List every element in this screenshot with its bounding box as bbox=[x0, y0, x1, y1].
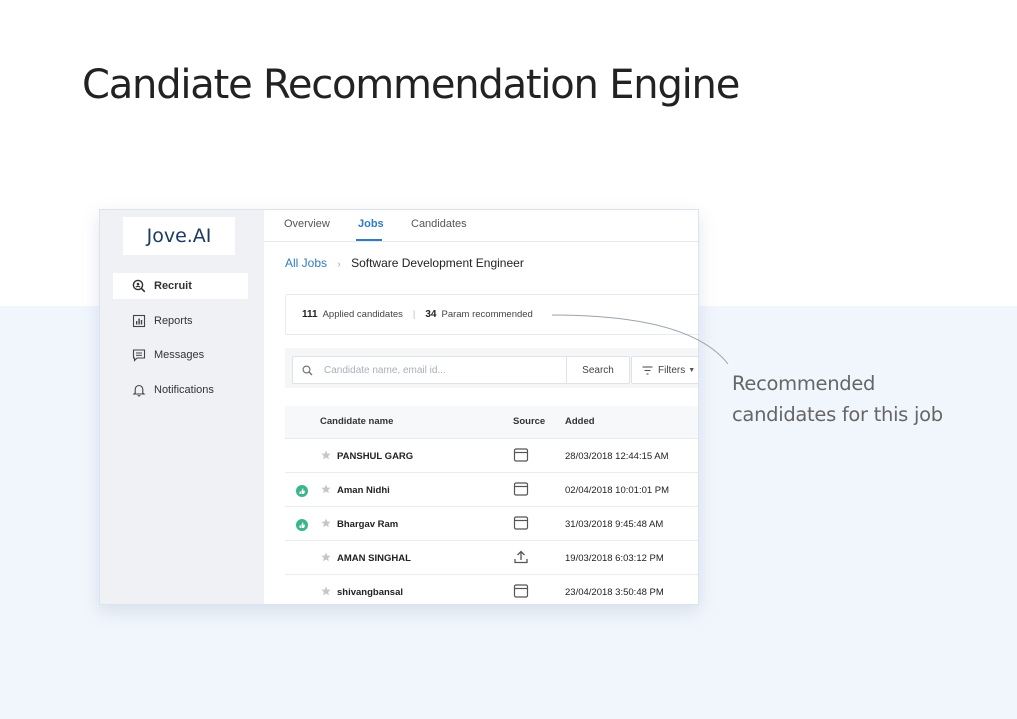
sidebar-item-messages[interactable]: Messages bbox=[113, 342, 248, 368]
upload-icon bbox=[513, 549, 529, 565]
tab-bar: Overview Jobs Candidates bbox=[264, 210, 698, 242]
recommended-count: 34 bbox=[425, 309, 437, 320]
sidebar-item-reports[interactable]: Reports bbox=[113, 308, 248, 334]
active-tab-indicator bbox=[356, 239, 382, 241]
candidates-table: Candidate name Source Added PANSHUL GARG… bbox=[285, 406, 698, 604]
sidebar-item-label: Reports bbox=[154, 315, 193, 327]
candidate-name[interactable]: shivangbansal bbox=[337, 587, 403, 598]
browser-window-icon bbox=[513, 481, 529, 497]
page-title: Candiate Recommendation Engine bbox=[82, 62, 740, 108]
sidebar-item-label: Messages bbox=[154, 349, 205, 361]
star-icon[interactable] bbox=[321, 586, 331, 596]
caret-down-icon: ▼ bbox=[688, 366, 696, 374]
sidebar-item-notifications[interactable]: Notifications bbox=[113, 377, 248, 403]
added-date: 23/04/2018 3:50:48 PM bbox=[565, 587, 664, 598]
browser-window-icon bbox=[513, 447, 529, 463]
chevron-right-icon: › bbox=[337, 259, 341, 270]
recommended-badge-icon bbox=[296, 519, 308, 531]
stats-divider: | bbox=[412, 309, 416, 320]
sidebar: Jove.AI Recruit Reports Messages Notific… bbox=[100, 210, 264, 604]
annotation-text: Recommended candidates for this job bbox=[732, 368, 943, 430]
table-row[interactable]: PANSHUL GARG 28/03/2018 12:44:15 AM bbox=[285, 439, 698, 473]
recommended-stat[interactable]: 34 Param recommended bbox=[425, 309, 532, 320]
bell-icon bbox=[132, 383, 146, 397]
breadcrumb: All Jobs › Software Development Engineer bbox=[285, 256, 524, 270]
filters-label: Filters bbox=[658, 364, 686, 376]
filter-icon bbox=[642, 365, 653, 375]
annotation-line-2: candidates for this job bbox=[732, 403, 943, 426]
message-icon bbox=[132, 348, 146, 362]
tab-jobs[interactable]: Jobs bbox=[358, 218, 384, 230]
sidebar-item-recruit[interactable]: Recruit bbox=[113, 273, 248, 299]
added-date: 28/03/2018 12:44:15 AM bbox=[565, 451, 669, 462]
column-header-source[interactable]: Source bbox=[513, 416, 545, 427]
table-body: PANSHUL GARG 28/03/2018 12:44:15 AM Aman N… bbox=[285, 439, 698, 604]
breadcrumb-current: Software Development Engineer bbox=[351, 256, 524, 270]
logo: Jove.AI bbox=[123, 217, 235, 255]
added-date: 19/03/2018 6:03:12 PM bbox=[565, 553, 664, 564]
breadcrumb-all-jobs-link[interactable]: All Jobs bbox=[285, 256, 327, 270]
search-button[interactable]: Search bbox=[566, 357, 629, 383]
applied-count: 111 bbox=[302, 309, 318, 320]
recommended-badge-icon bbox=[296, 485, 308, 497]
stats-bar: 111 Applied candidates | 34 Param recommen… bbox=[285, 294, 698, 335]
column-header-name[interactable]: Candidate name bbox=[320, 416, 393, 427]
table-row[interactable]: Bhargav Ram 31/03/2018 9:45:48 AM bbox=[285, 507, 698, 541]
candidate-name[interactable]: AMAN SINGHAL bbox=[337, 553, 411, 564]
annotation-line-1: Recommended bbox=[732, 372, 876, 395]
candidate-name[interactable]: Aman Nidhi bbox=[337, 485, 390, 496]
star-icon[interactable] bbox=[321, 552, 331, 562]
added-date: 31/03/2018 9:45:48 AM bbox=[565, 519, 664, 530]
table-row[interactable]: shivangbansal 23/04/2018 3:50:48 PM bbox=[285, 575, 698, 604]
candidate-name[interactable]: Bhargav Ram bbox=[337, 519, 398, 530]
browser-window-icon bbox=[513, 583, 529, 599]
search-toolbar: Search Filters ▼ bbox=[285, 348, 698, 388]
star-icon[interactable] bbox=[321, 450, 331, 460]
added-date: 02/04/2018 10:01:01 PM bbox=[565, 485, 670, 496]
sidebar-item-label: Notifications bbox=[154, 384, 214, 396]
search-icon bbox=[302, 364, 313, 376]
app-window: Jove.AI Recruit Reports Messages Notific… bbox=[99, 209, 699, 605]
table-row[interactable]: Aman Nidhi 02/04/2018 10:01:01 PM bbox=[285, 473, 698, 507]
candidate-search-input[interactable] bbox=[322, 363, 556, 377]
main-content: Overview Jobs Candidates All Jobs › Soft… bbox=[264, 210, 698, 604]
star-icon[interactable] bbox=[321, 484, 331, 494]
sidebar-item-label: Recruit bbox=[154, 280, 192, 292]
search-box: Search bbox=[292, 356, 630, 384]
column-header-added[interactable]: Added bbox=[565, 416, 595, 427]
search-person-icon bbox=[132, 279, 146, 293]
tab-candidates[interactable]: Candidates bbox=[411, 218, 467, 230]
tab-overview[interactable]: Overview bbox=[284, 218, 330, 230]
filters-button[interactable]: Filters ▼ bbox=[631, 356, 698, 384]
star-icon[interactable] bbox=[321, 518, 331, 528]
table-header: Candidate name Source Added bbox=[285, 406, 698, 439]
applied-label: Applied candidates bbox=[322, 309, 403, 320]
recommended-label: Param recommended bbox=[441, 309, 533, 320]
browser-window-icon bbox=[513, 515, 529, 531]
applied-stat[interactable]: 111 Applied candidates bbox=[302, 309, 403, 320]
table-row[interactable]: AMAN SINGHAL 19/03/2018 6:03:12 PM bbox=[285, 541, 698, 575]
candidate-name[interactable]: PANSHUL GARG bbox=[337, 451, 413, 462]
bar-chart-icon bbox=[132, 314, 146, 328]
